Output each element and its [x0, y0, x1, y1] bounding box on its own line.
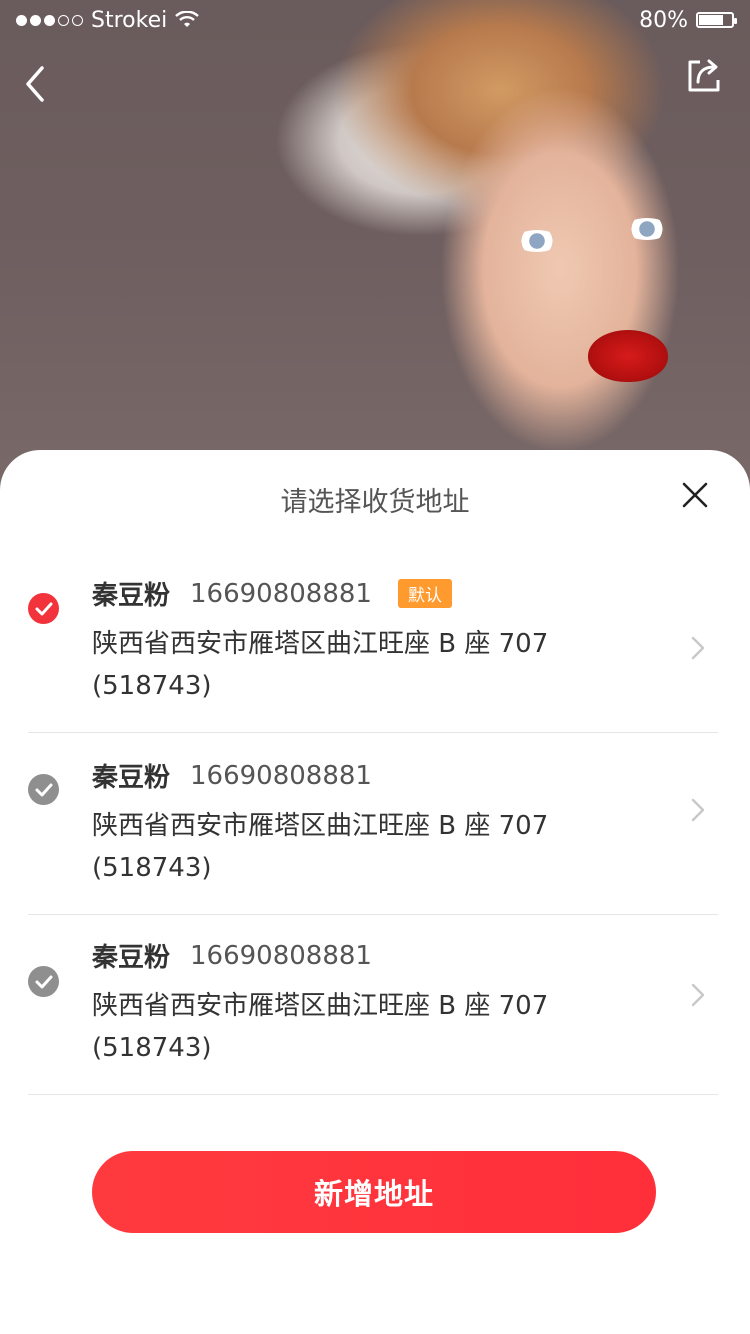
checkmark-icon: [35, 602, 53, 616]
hero-photo: [0, 0, 750, 520]
recipient-name: 秦豆粉: [92, 581, 171, 611]
sheet-title: 请选择收货地址: [280, 487, 470, 518]
recipient-phone: 16690808881: [190, 578, 372, 609]
address-item[interactable]: 秦豆粉 16690808881 陕西省西安市雁塔区曲江旺座 B 座 707 (5…: [28, 735, 718, 915]
share-button[interactable]: [684, 56, 724, 96]
chevron-right-icon: [691, 636, 705, 660]
address-text: 陕西省西安市雁塔区曲江旺座 B 座 707: [92, 811, 549, 841]
chevron-left-icon: [26, 66, 44, 102]
postal-code: (518743): [92, 1033, 212, 1063]
address-item[interactable]: 秦豆粉 16690808881 陕西省西安市雁塔区曲江旺座 B 座 707 (5…: [28, 915, 718, 1095]
address-radio[interactable]: [28, 966, 59, 997]
photo-lips: [588, 330, 668, 382]
address-radio-selected[interactable]: [28, 593, 59, 624]
checkmark-icon: [35, 783, 53, 797]
chevron-right-icon: [691, 798, 705, 822]
address-text: 陕西省西安市雁塔区曲江旺座 B 座 707: [92, 629, 549, 659]
close-button[interactable]: [680, 480, 710, 510]
close-icon: [682, 482, 708, 508]
back-button[interactable]: [18, 62, 58, 106]
add-address-button[interactable]: 新增地址: [92, 1151, 656, 1233]
photo-eye-right: [624, 218, 670, 240]
status-bar: Strokei 80%: [0, 0, 750, 40]
wifi-icon: [175, 11, 200, 27]
signal-strength-icon: [16, 14, 83, 26]
recipient-phone: 16690808881: [190, 940, 372, 971]
postal-code: (518743): [92, 671, 212, 701]
recipient-name: 秦豆粉: [92, 763, 171, 793]
default-badge: 默认: [397, 579, 452, 608]
battery-icon: [696, 12, 737, 28]
recipient-name: 秦豆粉: [92, 943, 171, 973]
address-radio[interactable]: [28, 774, 59, 805]
carrier-name: Strokei: [91, 7, 168, 33]
share-icon: [688, 59, 720, 92]
recipient-phone: 16690808881: [190, 760, 372, 791]
address-item[interactable]: 秦豆粉 16690808881 默认 陕西省西安市雁塔区曲江旺座 B 座 707…: [28, 553, 718, 733]
postal-code: (518743): [92, 853, 212, 883]
chevron-right-icon: [691, 983, 705, 1007]
photo-eye-left: [514, 230, 560, 252]
battery-percent: 80%: [639, 7, 688, 33]
address-text: 陕西省西安市雁塔区曲江旺座 B 座 707: [92, 991, 549, 1021]
checkmark-icon: [35, 975, 53, 989]
